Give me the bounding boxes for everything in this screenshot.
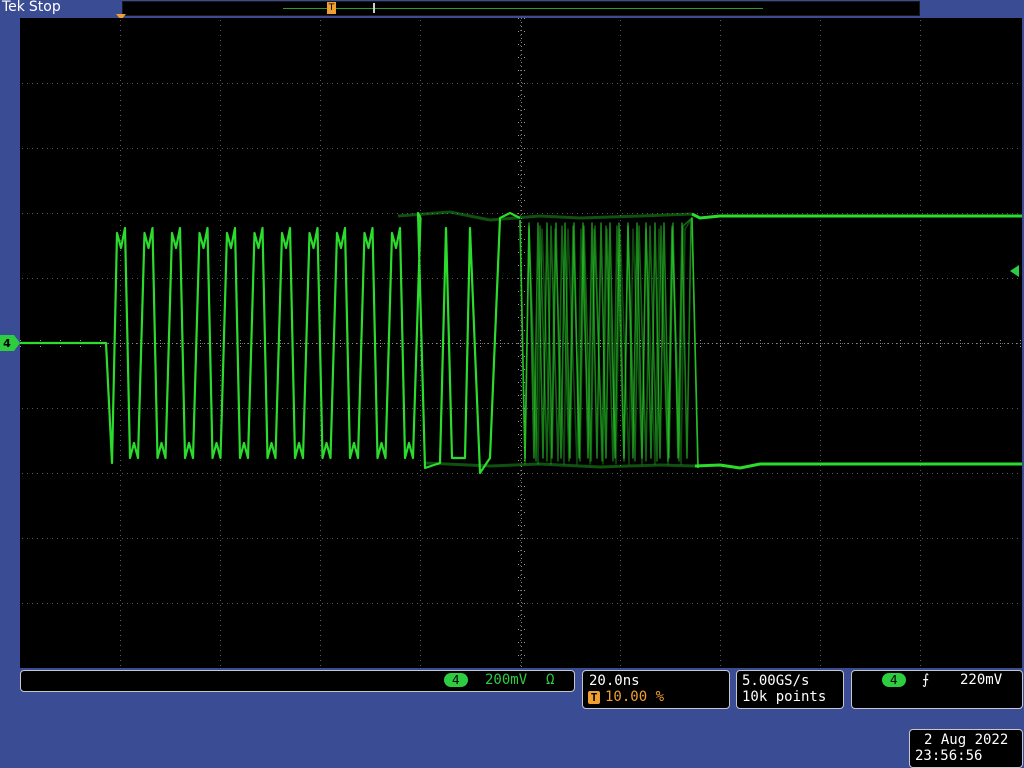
datetime-panel: 2 Aug 2022 23:56:56 xyxy=(909,729,1023,768)
time-label: 23:56:56 xyxy=(915,748,983,764)
date-label: 2 Aug 2022 xyxy=(924,732,1009,748)
trigger-level: 220mV xyxy=(960,672,1003,688)
trigger-channel-badge: 4 xyxy=(882,673,906,687)
horizontal-settings-panel[interactable]: 20.0ns T 10.00 % xyxy=(582,670,730,709)
record-waveform-line xyxy=(283,8,763,9)
channel-4-marker-icon[interactable]: 4 xyxy=(0,335,20,351)
record-trigger-icon: T xyxy=(327,2,336,14)
channel-badge: 4 xyxy=(444,673,468,687)
trigger-level-arrow-icon[interactable] xyxy=(1010,265,1024,277)
sample-rate: 5.00GS/s xyxy=(742,673,810,689)
brand-name: Tek xyxy=(2,0,25,15)
coupling-label: Ω xyxy=(546,672,555,688)
channel-4-waveform xyxy=(20,210,1022,475)
rising-edge-icon: ⨍ xyxy=(922,672,930,688)
trigger-icon: T xyxy=(588,691,600,704)
record-view-bar[interactable]: T xyxy=(122,1,920,16)
horizontal-position: 10.00 % xyxy=(605,689,665,705)
waveform-display[interactable] xyxy=(20,18,1022,668)
top-status-bar: Tek Stop T xyxy=(0,0,1024,16)
acquisition-state[interactable]: Stop xyxy=(29,0,61,15)
vertical-scale: 200mV xyxy=(485,672,528,688)
trigger-settings-panel[interactable]: 4 ⨍ 220mV xyxy=(851,670,1023,709)
vertical-settings-panel[interactable]: 4 200mV Ω xyxy=(20,670,575,692)
horizontal-scale: 20.0ns xyxy=(589,673,640,689)
record-window-bracket xyxy=(373,3,375,13)
acquisition-panel[interactable]: 5.00GS/s 10k points xyxy=(736,670,844,709)
svg-text:4: 4 xyxy=(3,337,11,350)
record-length: 10k points xyxy=(742,689,827,705)
brand-label: Tek Stop xyxy=(2,0,61,15)
